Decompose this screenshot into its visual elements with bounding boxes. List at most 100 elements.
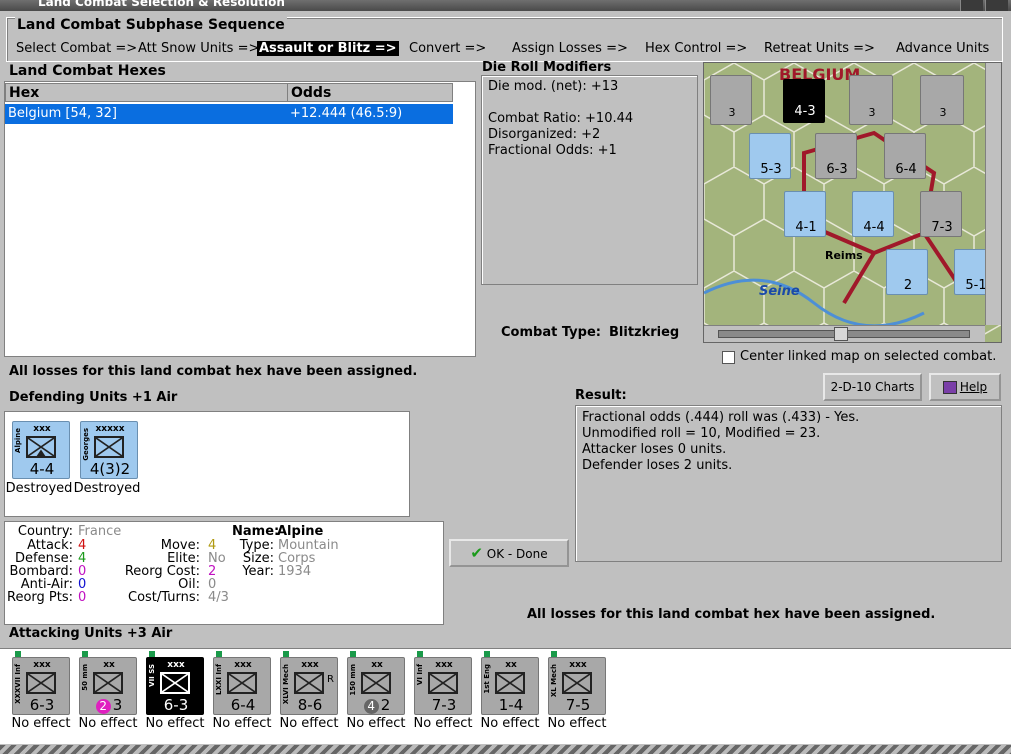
country-label: Country: bbox=[17, 524, 73, 539]
attacker-status: No effect bbox=[547, 716, 607, 731]
unit-status-marker bbox=[484, 651, 490, 657]
attacker-unit[interactable]: 1st Eng xx 1-4 bbox=[481, 657, 539, 715]
map-counter[interactable]: 6-4 bbox=[884, 133, 926, 179]
attacker-status: No effect bbox=[145, 716, 205, 731]
reorg-pts-label: Reorg Pts: bbox=[7, 590, 73, 605]
bottom-border bbox=[0, 745, 1011, 754]
cost-turns-label: Cost/Turns: bbox=[128, 590, 200, 605]
combat-type-label: Combat Type: bbox=[501, 325, 601, 340]
title-bar: Land Combat Selection & Resolution bbox=[0, 0, 1011, 11]
defender-status: Destroyed bbox=[5, 481, 73, 496]
attacker-unit[interactable]: 50 mm xx 2 3 bbox=[79, 657, 137, 715]
modifier-combat-ratio: Combat Ratio: +10.44 bbox=[488, 111, 634, 126]
attacker-status: No effect bbox=[279, 716, 339, 731]
map-counter[interactable]: 7-3 bbox=[920, 191, 962, 237]
year-label: Year: bbox=[242, 564, 274, 579]
center-map-label: Center linked map on selected combat. bbox=[740, 349, 997, 364]
window-title: Land Combat Selection & Resolution bbox=[38, 0, 285, 9]
hexes-title: Land Combat Hexes bbox=[9, 63, 166, 79]
column-header-hex[interactable]: Hex bbox=[5, 83, 288, 102]
checkmark-icon: ✔ bbox=[470, 544, 483, 562]
ok-done-label: OK - Done bbox=[486, 547, 548, 561]
name-label: Name: bbox=[232, 524, 280, 539]
unit-status-marker bbox=[149, 651, 155, 657]
close-button[interactable] bbox=[985, 0, 1008, 11]
unit-status-marker bbox=[551, 651, 557, 657]
minimize-button[interactable] bbox=[960, 0, 983, 11]
attacker-unit[interactable]: VI Inf xxx 7-3 bbox=[414, 657, 472, 715]
map-counter[interactable]: 4-4 bbox=[852, 191, 894, 237]
modifiers-title: Die Roll Modifiers bbox=[482, 60, 612, 75]
map-horizontal-scrollbar[interactable] bbox=[704, 325, 985, 342]
attacker-status: No effect bbox=[413, 716, 473, 731]
step-select-combat: Select Combat => bbox=[16, 41, 138, 56]
odds-cell[interactable]: +12.444 (46.5:9) bbox=[287, 104, 453, 124]
help-button-label: Help bbox=[959, 380, 988, 394]
step-assign-losses: Assign Losses => bbox=[512, 41, 628, 56]
die-mod-net: Die mod. (net): +13 bbox=[488, 79, 619, 94]
combat-type-value: Blitzkrieg bbox=[609, 325, 680, 340]
step-retreat-units: Retreat Units => bbox=[764, 41, 875, 56]
column-header-odds[interactable]: Odds bbox=[287, 83, 453, 102]
unit-status-marker bbox=[15, 651, 21, 657]
modifier-disorganized: Disorganized: +2 bbox=[488, 127, 601, 142]
help-button[interactable]: Help bbox=[929, 373, 1001, 401]
result-line: Defender loses 2 units. bbox=[582, 458, 733, 473]
result-line: Unmodified roll = 10, Modified = 23. bbox=[582, 426, 821, 441]
attacker-status: No effect bbox=[212, 716, 272, 731]
attackers-title: Attacking Units +3 Air bbox=[9, 626, 173, 641]
map-counter[interactable]: 2 bbox=[886, 249, 928, 295]
map-aircraft[interactable]: 3 bbox=[920, 75, 964, 125]
result-line: Attacker loses 0 units. bbox=[582, 442, 727, 457]
linked-map[interactable]: Reims Seine BELGIUM 4-3 5-3 6-3 6-4 4-1 … bbox=[703, 62, 1002, 343]
map-counter[interactable]: 5-3 bbox=[749, 133, 791, 179]
modifier-fractional-odds: Fractional Odds: +1 bbox=[488, 143, 617, 158]
unit-status-marker bbox=[350, 651, 356, 657]
step-advance-units: Advance Units bbox=[896, 41, 990, 56]
attacker-status: No effect bbox=[78, 716, 138, 731]
attacker-unit[interactable]: XL Mech xxx 7-5 bbox=[548, 657, 606, 715]
map-counter[interactable]: 6-3 bbox=[815, 133, 857, 179]
defender-status: Destroyed bbox=[73, 481, 141, 496]
ok-done-button[interactable]: ✔ OK - Done bbox=[449, 539, 569, 567]
map-counter[interactable]: 4-3 bbox=[783, 79, 825, 123]
attacker-unit[interactable]: XLVI Mech xxx 8-6 R bbox=[280, 657, 338, 715]
center-map-checkbox[interactable] bbox=[722, 351, 735, 364]
help-book-icon bbox=[942, 381, 957, 394]
subphase-title: Land Combat Subphase Sequence bbox=[15, 17, 287, 33]
losses-message-right: All losses for this land combat hex have… bbox=[527, 607, 936, 622]
attacker-unit[interactable]: XXXVII Inf xxx 6-3 bbox=[12, 657, 70, 715]
map-counter[interactable]: 4-1 bbox=[784, 191, 826, 237]
attacker-unit[interactable]: 150 mm xx 4 2 bbox=[347, 657, 405, 715]
unit-mark: R bbox=[327, 674, 334, 685]
charts-button[interactable]: 2-D-10 Charts bbox=[823, 373, 922, 401]
map-label-seine: Seine bbox=[759, 284, 800, 299]
map-aircraft[interactable]: 3 bbox=[710, 75, 752, 125]
map-scroll-thumb[interactable] bbox=[834, 327, 848, 341]
defender-unit-alpine[interactable]: Alpine xxx 4-4 bbox=[12, 421, 70, 479]
map-label-reims: Reims bbox=[825, 249, 863, 262]
map-vertical-scrollbar[interactable] bbox=[985, 63, 1001, 325]
step-assault-or-blitz: Assault or Blitz => bbox=[257, 41, 399, 56]
unit-status-marker bbox=[216, 651, 222, 657]
unit-status-marker bbox=[283, 651, 289, 657]
name-value: Alpine bbox=[277, 524, 324, 539]
losses-message-left: All losses for this land combat hex have… bbox=[9, 364, 418, 379]
attacker-status: No effect bbox=[11, 716, 71, 731]
attacker-status: No effect bbox=[346, 716, 406, 731]
step-att-snow-units: Att Snow Units => bbox=[138, 41, 260, 56]
cost-turns-value: 4/3 bbox=[208, 590, 229, 605]
result-title: Result: bbox=[575, 388, 627, 403]
step-hex-control: Hex Control => bbox=[645, 41, 748, 56]
unit-badge: 2 bbox=[95, 699, 111, 714]
attacker-unit[interactable]: LXXI Inf xxx 6-4 bbox=[213, 657, 271, 715]
defender-unit-georges[interactable]: Georges xxxxx 4(3)2 bbox=[80, 421, 138, 479]
country-value: France bbox=[78, 524, 122, 539]
attacker-status: No effect bbox=[480, 716, 540, 731]
unit-status-marker bbox=[82, 651, 88, 657]
attacker-unit[interactable]: VII SS xxx 6-3 bbox=[146, 657, 204, 715]
map-aircraft[interactable]: 3 bbox=[849, 75, 893, 125]
defenders-title: Defending Units +1 Air bbox=[9, 390, 178, 405]
hex-cell[interactable]: Belgium [54, 32] bbox=[5, 104, 287, 124]
unit-badge: 4 bbox=[363, 699, 379, 714]
